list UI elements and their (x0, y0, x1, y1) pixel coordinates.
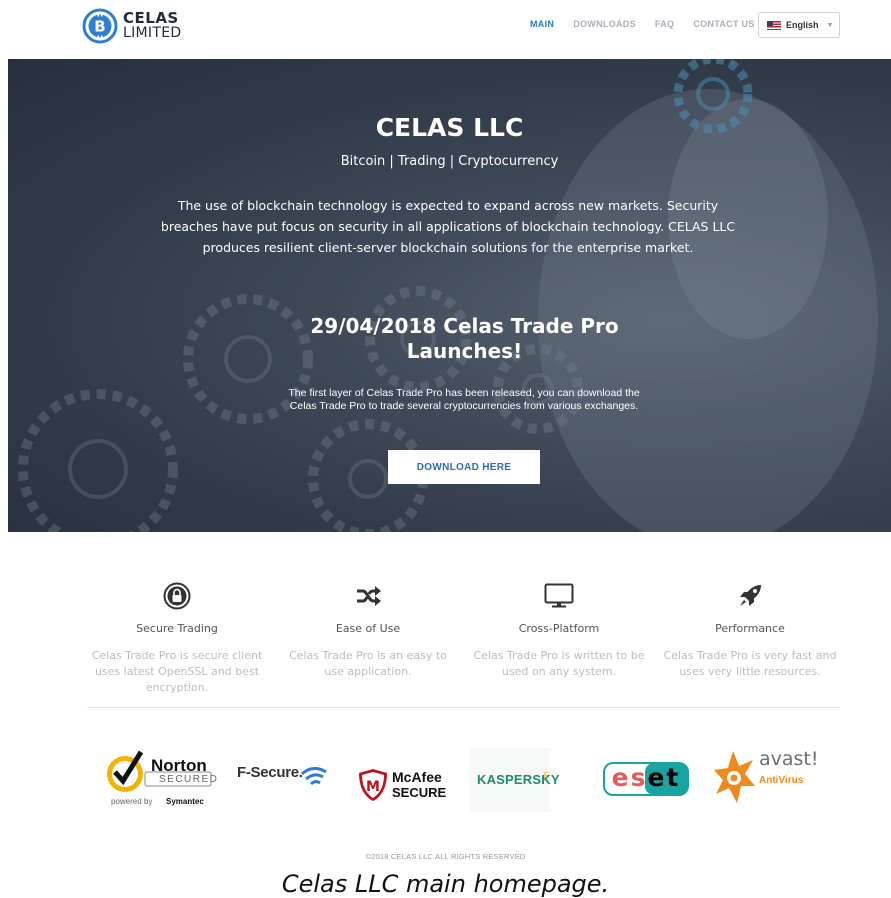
norton-symantec: Symantec (166, 797, 204, 806)
avast-star-icon (714, 751, 755, 803)
lock-icon (163, 582, 191, 610)
hero-description: The use of blockchain technology is expe… (160, 198, 736, 255)
main-nav: MAIN DOWNLOADS FAQ CONTACT US (530, 19, 774, 29)
rocket-icon (740, 585, 761, 606)
hero-tagline: Bitcoin | Trading | Cryptocurrency (340, 154, 559, 169)
feature-title: Cross-Platform (518, 622, 600, 635)
figure-caption: Celas LLC main homepage. (281, 870, 610, 898)
eset-name: eset (611, 763, 681, 792)
mcafee-secure-badge: M McAfee SECURE (357, 768, 457, 804)
kaspersky-lab: lab (542, 772, 548, 781)
feature-text: Celas Trade Pro is very fast and uses ve… (663, 649, 837, 678)
svg-text:M: M (366, 779, 380, 795)
bitcoin-logo-icon: B (82, 8, 118, 44)
celas-logo[interactable]: B CELAS LIMITED (82, 8, 181, 44)
caret-down-icon: ▼ (826, 21, 834, 29)
feature-text: Celas Trade Pro is written to be used on… (473, 649, 645, 678)
shuffle-icon (357, 586, 381, 606)
norton-name: Norton (151, 756, 207, 775)
mcafee-shield-icon: M (359, 769, 387, 801)
hero-banner: CELAS LLC Bitcoin | Trading | Cryptocurr… (8, 59, 891, 532)
mcafee-secure-label: SECURE (392, 785, 447, 800)
logo-text-line1: CELAS (123, 9, 179, 27)
launch-description: The first layer of Celas Trade Pro has b… (288, 387, 640, 412)
fsecure-wave-icon (301, 767, 327, 786)
download-here-button[interactable]: DOWNLOAD HERE (388, 450, 540, 484)
avast-antivirus-label: AntiVirus (759, 775, 804, 786)
norton-secured-badge: Norton SECURED powered by Symantec (105, 748, 217, 810)
security-badges: Norton SECURED powered by Symantec F-Sec… (0, 740, 891, 820)
logo-text-line2: LIMITED (123, 25, 182, 41)
feature-cross-platform: Cross-Platform Celas Trade Pro is writte… (469, 580, 649, 680)
avast-antivirus-badge: avast! AntiVirus (713, 748, 823, 808)
svg-text:B: B (94, 18, 105, 36)
feature-title: Performance (715, 622, 785, 635)
feature-text: Celas Trade Pro is an easy to use applic… (289, 649, 447, 678)
monitor-icon (544, 583, 574, 608)
fsecure-name: F-Secure. (237, 764, 303, 781)
launch-headline: 29/04/2018 Celas Trade Pro Launches! (310, 314, 619, 363)
us-flag-icon (767, 20, 781, 30)
features-section: Secure Trading Celas Trade Pro is secure… (87, 580, 840, 700)
nav-downloads[interactable]: DOWNLOADS (573, 19, 636, 29)
copyright-text: ©2018 CELAS LLC ALL RIGHTS RESERVED (365, 852, 526, 861)
site-header: B CELAS LIMITED MAIN DOWNLOADS FAQ CONTA… (0, 0, 891, 50)
language-label: English (786, 20, 819, 30)
mcafee-name: McAfee (392, 769, 442, 785)
feature-ease-of-use: Ease of Use Celas Trade Pro is an easy t… (278, 580, 458, 680)
feature-secure-trading: Secure Trading Celas Trade Pro is secure… (87, 580, 267, 696)
avast-name: avast! (759, 748, 819, 770)
nav-contact-us[interactable]: CONTACT US (693, 19, 754, 29)
language-select[interactable]: English ▼ (758, 12, 840, 38)
feature-title: Secure Trading (136, 622, 218, 635)
norton-secured-label: SECURED (159, 774, 219, 785)
feature-performance: Performance Celas Trade Pro is very fast… (660, 580, 840, 680)
feature-text: Celas Trade Pro is secure client uses la… (91, 649, 263, 694)
kaspersky-badge: KASPERSKY lab (470, 748, 560, 812)
norton-powered-by: powered by (111, 797, 153, 806)
fsecure-badge: F-Secure. (237, 764, 337, 794)
nav-faq[interactable]: FAQ (655, 19, 674, 29)
feature-title: Ease of Use (335, 622, 401, 635)
nav-main[interactable]: MAIN (530, 19, 554, 29)
section-divider (87, 707, 840, 708)
eset-badge: eset (603, 762, 689, 796)
hero-title: CELAS LLC (375, 113, 524, 142)
